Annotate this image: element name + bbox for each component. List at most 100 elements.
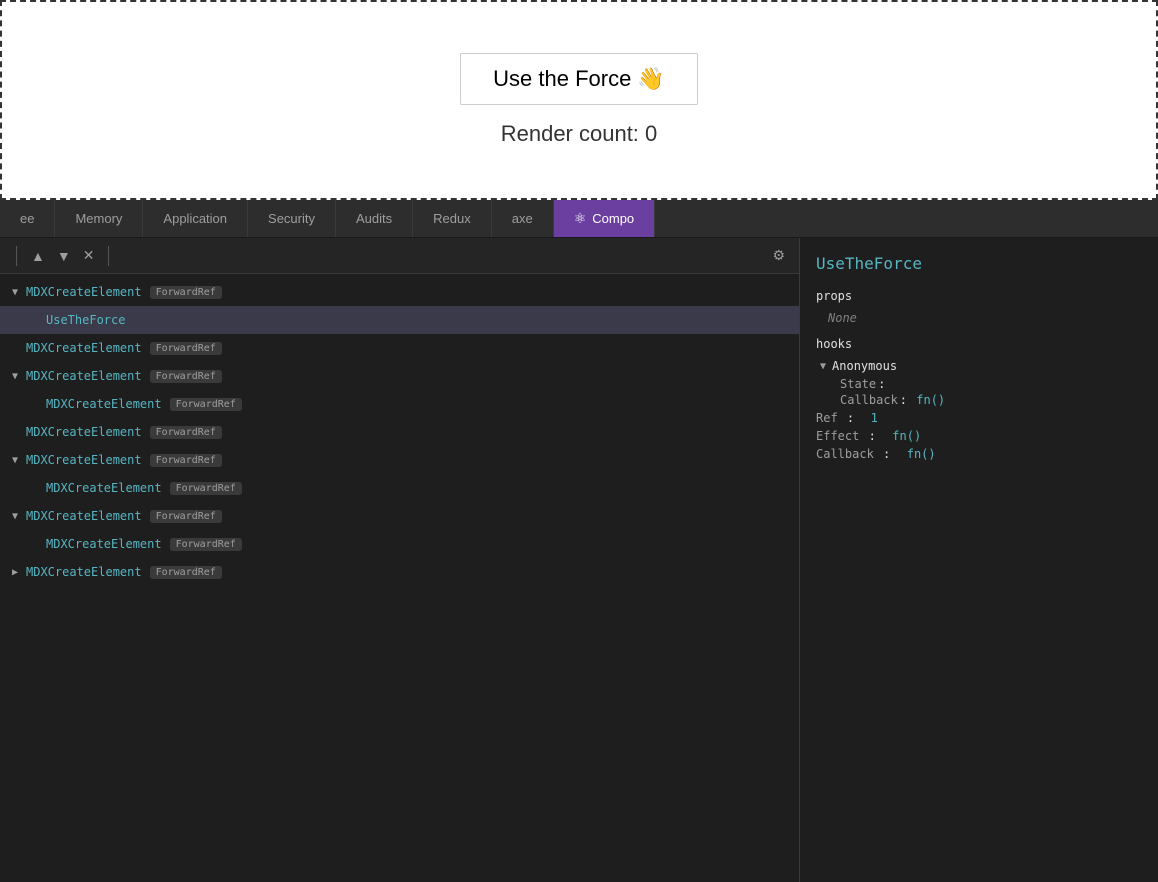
settings-button[interactable]: ⚙ <box>766 243 791 268</box>
component-name: MDXCreateElement <box>46 481 162 495</box>
callback-prop: Callback : fn() <box>840 393 1142 407</box>
effect-value: fn() <box>892 429 921 443</box>
callback2-key: Callback <box>816 447 874 461</box>
forward-ref-badge: ForwardRef <box>150 342 222 355</box>
anonymous-hook-header: ▼ Anonymous <box>820 359 1142 373</box>
callback-key: Callback <box>840 393 898 407</box>
tab-audits[interactable]: Audits <box>336 200 413 237</box>
component-name: MDXCreateElement <box>26 509 142 523</box>
tree-item[interactable]: MDXCreateElement ForwardRef <box>0 474 799 502</box>
tree-item[interactable]: ▼ MDXCreateElement ForwardRef <box>0 362 799 390</box>
forward-ref-badge: ForwardRef <box>170 398 242 411</box>
chevron-right-icon: ▶ <box>8 565 22 579</box>
tree-toolbar: ▲ ▼ ✕ ⚙ <box>0 238 799 274</box>
hook-chevron-icon: ▼ <box>820 361 826 372</box>
forward-ref-badge: ForwardRef <box>150 426 222 439</box>
hooks-section: ▼ Anonymous State : Callback : fn() <box>816 359 1142 461</box>
tab-components[interactable]: ⚛ Compo <box>554 200 655 237</box>
forward-ref-badge: ForwardRef <box>150 566 222 579</box>
anonymous-hook-name: Anonymous <box>832 359 897 373</box>
component-name: MDXCreateElement <box>26 369 142 383</box>
tab-audits-label: Audits <box>356 211 392 226</box>
forward-ref-badge: ForwardRef <box>170 538 242 551</box>
tree-item[interactable]: ▶ MDXCreateElement ForwardRef <box>0 558 799 586</box>
tab-axe[interactable]: axe <box>492 200 554 237</box>
forward-ref-badge: ForwardRef <box>150 454 222 467</box>
ref-hook: Ref : 1 <box>816 411 1142 425</box>
tree-item[interactable]: MDXCreateElement ForwardRef <box>0 530 799 558</box>
tab-redux-label: Redux <box>433 211 471 226</box>
react-icon: ⚛ <box>574 210 587 227</box>
close-icon: ✕ <box>83 247 95 264</box>
hook-props: State : Callback : fn() <box>840 377 1142 407</box>
navigate-up-button[interactable]: ▲ <box>25 244 51 268</box>
tab-axe-label: axe <box>512 211 533 226</box>
forward-ref-badge: ForwardRef <box>150 370 222 383</box>
effect-hook: Effect : fn() <box>816 429 1142 443</box>
gear-icon: ⚙ <box>772 247 785 264</box>
ref-value: 1 <box>871 411 878 425</box>
tab-components-label: Compo <box>592 211 634 226</box>
props-label: props <box>816 289 1142 303</box>
use-the-force-button[interactable]: Use the Force 👋 <box>460 53 698 105</box>
component-name: MDXCreateElement <box>26 453 142 467</box>
state-colon: : <box>878 377 885 391</box>
chevron-down-icon: ▼ <box>57 248 71 264</box>
tree-item[interactable]: ▼ MDXCreateElement ForwardRef <box>0 278 799 306</box>
devtools-tabs: ee Memory Application Security Audits Re… <box>0 200 1158 238</box>
component-tree: ▲ ▼ ✕ ⚙ ▼ MDXCreateElement ForwardRef <box>0 238 800 882</box>
tree-item[interactable]: MDXCreateElement ForwardRef <box>0 334 799 362</box>
effect-key: Effect <box>816 429 859 443</box>
chevron-down-icon: ▼ <box>8 369 22 383</box>
forward-ref-badge: ForwardRef <box>150 510 222 523</box>
tree-item[interactable]: MDXCreateElement ForwardRef <box>0 418 799 446</box>
tree-item[interactable]: ▼ MDXCreateElement ForwardRef <box>0 446 799 474</box>
chevron-down-icon: ▼ <box>8 453 22 467</box>
anonymous-hook-group: ▼ Anonymous State : Callback : fn() <box>820 359 1142 407</box>
tab-security-label: Security <box>268 211 315 226</box>
callback-colon: : <box>900 393 914 407</box>
forward-ref-badge: ForwardRef <box>150 286 222 299</box>
tab-memory-label: Memory <box>75 211 122 226</box>
component-title: UseTheForce <box>816 254 1142 273</box>
ref-key: Ref <box>816 411 838 425</box>
forward-ref-badge: ForwardRef <box>170 482 242 495</box>
component-name: MDXCreateElement <box>26 565 142 579</box>
tab-ee[interactable]: ee <box>0 200 55 237</box>
component-name: MDXCreateElement <box>46 397 162 411</box>
component-name: UseTheForce <box>46 313 125 327</box>
tab-application[interactable]: Application <box>143 200 248 237</box>
ref-colon: : <box>847 411 861 425</box>
state-prop: State : <box>840 377 1142 391</box>
props-none: None <box>828 311 1142 325</box>
toolbar-divider-2 <box>108 246 109 266</box>
callback2-value: fn() <box>907 447 936 461</box>
tab-redux[interactable]: Redux <box>413 200 492 237</box>
effect-colon: : <box>869 429 883 443</box>
tab-memory[interactable]: Memory <box>55 200 143 237</box>
tab-application-label: Application <box>163 211 227 226</box>
render-count-label: Render count: 0 <box>501 121 658 147</box>
toolbar-divider <box>16 246 17 266</box>
tree-item[interactable]: MDXCreateElement ForwardRef <box>0 390 799 418</box>
tree-item[interactable]: UseTheForce <box>0 306 799 334</box>
tree-item[interactable]: ▼ MDXCreateElement ForwardRef <box>0 502 799 530</box>
close-button[interactable]: ✕ <box>77 243 101 268</box>
component-details: UseTheForce props None hooks ▼ Anonymous… <box>800 238 1158 882</box>
chevron-right-icon: ▼ <box>8 285 22 299</box>
tab-security[interactable]: Security <box>248 200 336 237</box>
chevron-down-icon: ▼ <box>8 509 22 523</box>
chevron-up-icon: ▲ <box>31 248 45 264</box>
component-name: MDXCreateElement <box>26 285 142 299</box>
component-name: MDXCreateElement <box>26 425 142 439</box>
navigate-down-button[interactable]: ▼ <box>51 244 77 268</box>
callback2-colon: : <box>883 447 897 461</box>
state-key: State <box>840 377 876 391</box>
hooks-label: hooks <box>816 337 1142 351</box>
component-name: MDXCreateElement <box>46 537 162 551</box>
callback2-hook: Callback : fn() <box>816 447 1142 461</box>
preview-area: Use the Force 👋 Render count: 0 <box>0 0 1158 200</box>
tree-content: ▼ MDXCreateElement ForwardRef UseTheForc… <box>0 274 799 882</box>
component-name: MDXCreateElement <box>26 341 142 355</box>
tab-ee-label: ee <box>20 211 34 226</box>
